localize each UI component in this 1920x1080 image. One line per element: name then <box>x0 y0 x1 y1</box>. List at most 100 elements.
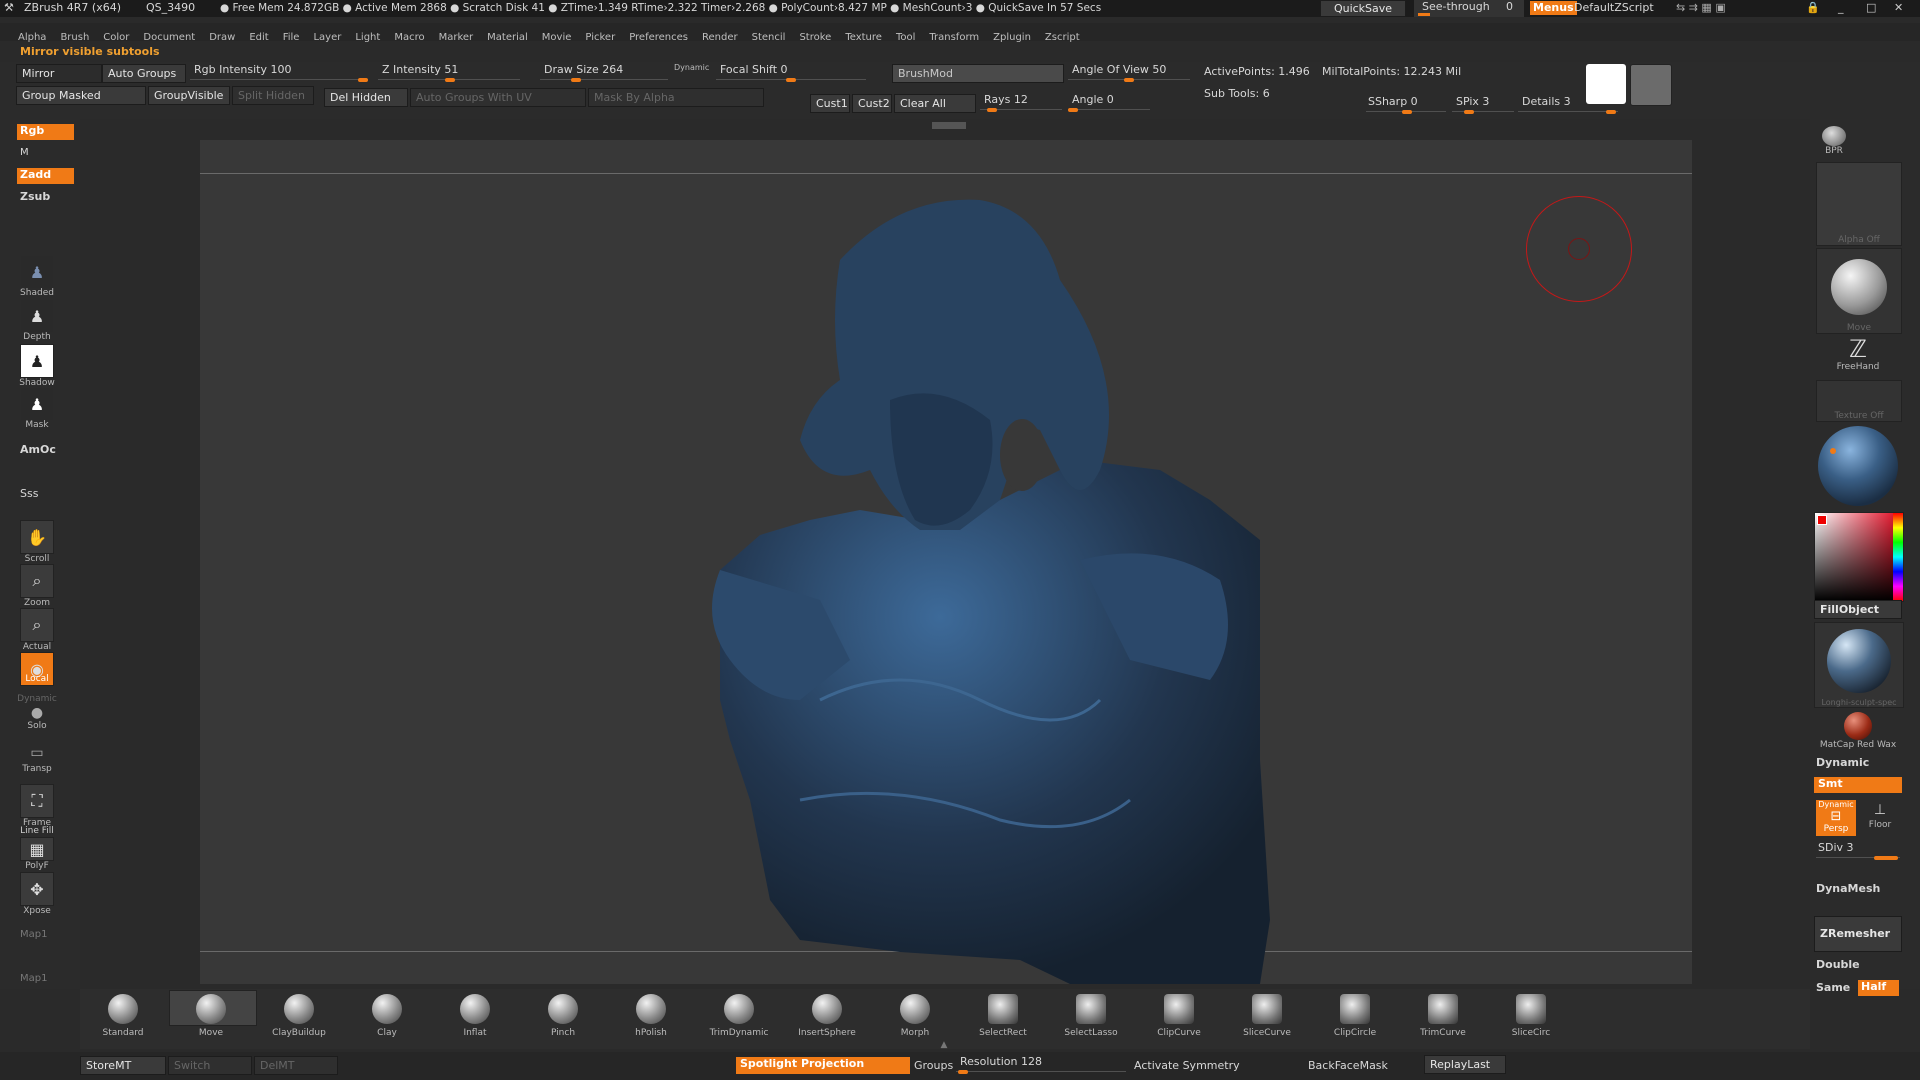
menu-item-zscript[interactable]: Zscript <box>1045 32 1080 43</box>
lock-icon[interactable]: 🔒 <box>1806 1 1820 15</box>
xpose-button[interactable]: ✥ Xpose <box>16 872 58 917</box>
shadow-render-button[interactable]: ♟ Shadow <box>16 344 58 389</box>
color-marker[interactable] <box>1817 515 1827 525</box>
half-toggle[interactable]: Half <box>1858 980 1899 996</box>
brush-selectlasso[interactable]: SelectLasso <box>1048 990 1134 1038</box>
menu-item-macro[interactable]: Macro <box>394 32 424 43</box>
menu-item-picker[interactable]: Picker <box>585 32 615 43</box>
bpr-button[interactable]: BPR <box>1818 126 1850 156</box>
document-canvas[interactable] <box>200 140 1692 984</box>
menu-item-movie[interactable]: Movie <box>542 32 572 43</box>
menu-item-brush[interactable]: Brush <box>60 32 89 43</box>
brush-clay[interactable]: Clay <box>344 990 430 1038</box>
persp-button[interactable]: Dynamic ⊟ Persp <box>1816 800 1856 836</box>
groups-toggle[interactable]: Groups <box>914 1059 953 1073</box>
rays-slider[interactable]: Rays 12 <box>980 92 1062 112</box>
brush-morph[interactable]: Morph <box>872 990 958 1038</box>
cust1-button[interactable]: Cust1 <box>810 94 850 113</box>
group-visible-button[interactable]: GroupVisible <box>148 86 230 105</box>
brush-hpolish[interactable]: hPolish <box>608 990 694 1038</box>
layout-toggle-icons[interactable]: ⇆ ⇉ ▦ ▣ <box>1676 1 1726 15</box>
switch-button[interactable]: Switch <box>168 1056 252 1075</box>
store-mt-button[interactable]: StoreMT <box>80 1056 166 1075</box>
menu-item-transform[interactable]: Transform <box>929 32 979 43</box>
quicksave-button[interactable]: QuickSave <box>1320 0 1406 17</box>
menu-item-color[interactable]: Color <box>103 32 129 43</box>
mask-by-alpha-button[interactable]: Mask By Alpha <box>588 88 764 107</box>
light-position-dot[interactable] <box>1830 448 1836 454</box>
menu-item-file[interactable]: File <box>283 32 300 43</box>
floor-button[interactable]: ⊥ Floor <box>1862 800 1898 836</box>
focal-shift-slider[interactable]: Focal Shift 0 <box>716 62 866 82</box>
brush-slicecurve[interactable]: SliceCurve <box>1224 990 1310 1038</box>
texture-palette[interactable]: Texture Off <box>1816 380 1902 422</box>
menu-item-material[interactable]: Material <box>487 32 528 43</box>
rgb-intensity-slider[interactable]: Rgb Intensity 100 <box>190 62 368 82</box>
minimize-icon[interactable]: _ <box>1838 1 1844 15</box>
menu-item-edit[interactable]: Edit <box>249 32 268 43</box>
menu-item-light[interactable]: Light <box>355 32 380 43</box>
menu-item-layer[interactable]: Layer <box>313 32 341 43</box>
sss-toggle[interactable]: Sss <box>20 487 38 501</box>
brush-claybuildup[interactable]: ClayBuildup <box>256 990 342 1038</box>
close-icon[interactable]: ✕ <box>1894 1 1903 15</box>
same-button[interactable]: Same <box>1816 981 1850 995</box>
brushmod-field[interactable]: BrushMod <box>892 64 1064 83</box>
brush-palette[interactable]: Move <box>1816 248 1902 334</box>
zadd-toggle[interactable]: Zadd <box>17 168 74 184</box>
brush-standard[interactable]: Standard <box>80 990 166 1038</box>
default-zscript-button[interactable]: DefaultZScript <box>1574 1 1654 15</box>
resolution-slider[interactable]: Resolution 128 <box>956 1054 1126 1074</box>
fill-object-button[interactable]: FillObject <box>1814 600 1902 619</box>
mirror-button[interactable]: Mirror <box>16 64 102 83</box>
clear-all-button[interactable]: Clear All <box>894 94 976 113</box>
dynamesh-button[interactable]: DynaMesh <box>1816 882 1880 896</box>
brush-trimdynamic[interactable]: TrimDynamic <box>696 990 782 1038</box>
m-toggle[interactable]: M <box>20 146 29 160</box>
solo-button[interactable]: Dynamic ● Solo <box>16 694 58 732</box>
menu-item-alpha[interactable]: Alpha <box>18 32 46 43</box>
material-sphere[interactable] <box>1818 426 1898 506</box>
del-mt-button[interactable]: DelMT <box>254 1056 338 1075</box>
menu-item-zplugin[interactable]: Zplugin <box>993 32 1031 43</box>
actual-button[interactable]: ⌕ Actual <box>16 608 58 653</box>
material-preview[interactable]: Longhi-sculpt-spec <box>1814 622 1904 708</box>
ssharp-slider[interactable]: SSharp 0 <box>1366 94 1446 114</box>
menu-item-tool[interactable]: Tool <box>896 32 915 43</box>
depth-render-button[interactable]: ♟ Depth <box>16 300 58 343</box>
rgb-toggle[interactable]: Rgb <box>17 124 74 140</box>
menu-item-document[interactable]: Document <box>143 32 195 43</box>
frame-button[interactable]: ⛶ Frame <box>16 784 58 829</box>
group-masked-button[interactable]: Group Masked <box>16 86 146 105</box>
activate-symmetry-button[interactable]: Activate Symmetry <box>1134 1059 1240 1073</box>
shelf-expand-arrow[interactable]: ▲ <box>934 1041 954 1050</box>
local-button[interactable]: ◉ Local <box>16 652 58 686</box>
brush-trimcurve[interactable]: TrimCurve <box>1400 990 1486 1038</box>
alpha-palette[interactable]: Alpha Off <box>1816 162 1902 246</box>
brush-slicecirc[interactable]: SliceCirc <box>1488 990 1574 1038</box>
auto-groups-button[interactable]: Auto Groups <box>102 64 186 83</box>
menu-item-stroke[interactable]: Stroke <box>799 32 831 43</box>
brush-clipcurve[interactable]: ClipCurve <box>1136 990 1222 1038</box>
hue-strip[interactable] <box>1893 513 1903 601</box>
amoc-toggle[interactable]: AmOc <box>20 443 56 457</box>
shaded-render-button[interactable]: ♟ Shaded <box>16 256 58 299</box>
zoom-button[interactable]: ⌕ Zoom <box>16 564 58 609</box>
maximize-icon[interactable]: □ <box>1866 1 1876 15</box>
brush-insertsphere[interactable]: InsertSphere <box>784 990 870 1038</box>
smt-toggle[interactable]: Smt <box>1814 777 1902 793</box>
secondary-color-swatch[interactable] <box>1630 64 1672 106</box>
backface-mask-button[interactable]: BackFaceMask <box>1308 1059 1388 1073</box>
double-button[interactable]: Double <box>1816 958 1860 972</box>
stroke-palette[interactable]: ℤ FreeHand <box>1816 336 1900 376</box>
cust2-button[interactable]: Cust2 <box>852 94 892 113</box>
matcap-red-wax[interactable]: MatCap Red Wax <box>1814 712 1902 750</box>
menu-item-stencil[interactable]: Stencil <box>752 32 786 43</box>
brush-pinch[interactable]: Pinch <box>520 990 606 1038</box>
split-hidden-button[interactable]: Split Hidden <box>232 86 314 105</box>
spotlight-projection-toggle[interactable]: Spotlight Projection <box>736 1057 910 1074</box>
brush-selectrect[interactable]: SelectRect <box>960 990 1046 1038</box>
color-picker[interactable] <box>1814 512 1904 602</box>
menu-item-draw[interactable]: Draw <box>209 32 235 43</box>
transp-button[interactable]: ▭ Transp <box>16 742 58 775</box>
